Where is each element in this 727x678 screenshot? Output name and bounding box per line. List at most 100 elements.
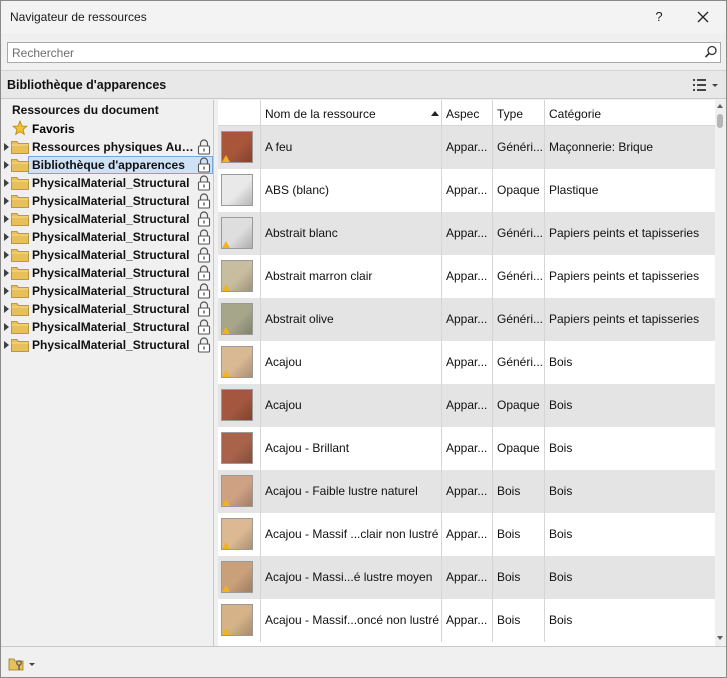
category-cell: Bois xyxy=(549,441,573,455)
expand-arrow-icon[interactable] xyxy=(4,323,9,331)
column-header-type[interactable]: Type xyxy=(493,100,545,126)
tree-item-label: Favoris xyxy=(32,122,75,136)
help-button[interactable]: ? xyxy=(645,5,673,29)
column-header-aspect[interactable]: Aspec xyxy=(442,100,493,126)
tree-item[interactable]: PhysicalMaterial_Structural xyxy=(1,228,213,246)
tree-item[interactable]: PhysicalMaterial_Structural xyxy=(1,336,213,354)
search-icon[interactable] xyxy=(704,45,718,59)
tree-item[interactable]: PhysicalMaterial_Structural xyxy=(1,210,213,228)
table-row[interactable]: Acajou - Massif...oncé non lustré Appar..… xyxy=(218,599,715,642)
column-header-category[interactable]: Catégorie xyxy=(545,100,715,126)
list-view-icon[interactable] xyxy=(691,76,721,94)
tree-item[interactable]: PhysicalMaterial_Structural xyxy=(1,264,213,282)
expand-arrow-icon[interactable] xyxy=(4,287,9,295)
table-row[interactable]: Abstrait blanc Appar... Généri... Papiers p… xyxy=(218,212,715,255)
category-cell: Bois xyxy=(549,527,573,541)
tree-item-label: PhysicalMaterial_Structural xyxy=(32,338,190,352)
aspect-cell: Appar... xyxy=(442,169,493,212)
folder-icon xyxy=(11,321,29,334)
type-cell: Bois xyxy=(493,556,545,599)
tree-item[interactable]: PhysicalMaterial_Structural xyxy=(1,300,213,318)
tree-item[interactable]: Bibliothèque d'apparences xyxy=(1,156,213,174)
thumbnail-cell xyxy=(218,212,261,255)
expand-arrow-icon[interactable] xyxy=(4,197,9,205)
type-cell: Généri... xyxy=(493,126,545,169)
table-row[interactable]: Acajou - Massi...é lustre moyen Appar... B… xyxy=(218,556,715,599)
expand-arrow-icon[interactable] xyxy=(4,251,9,259)
tree-item[interactable]: PhysicalMaterial_Structural xyxy=(1,282,213,300)
expand-arrow-icon[interactable] xyxy=(4,341,9,349)
tree-item-label: PhysicalMaterial_Structural xyxy=(32,194,190,208)
scrollbar-thumb[interactable] xyxy=(717,114,723,128)
library-tool-icon[interactable] xyxy=(8,655,38,673)
category-cell: Bois xyxy=(549,570,573,584)
thumbnail-cell xyxy=(218,341,261,384)
folder-icon xyxy=(11,285,29,298)
table-row[interactable]: Acajou - Faible lustre naturel Appar... Bo… xyxy=(218,470,715,513)
lock-icon xyxy=(197,211,211,227)
type-cell: Généri... xyxy=(493,212,545,255)
name-cell: A feu xyxy=(261,126,442,169)
name-cell: Abstrait blanc xyxy=(261,212,442,255)
table-row[interactable]: Acajou - Massif ...clair non lustré Appar… xyxy=(218,513,715,556)
table-row[interactable]: A feu Appar... Généri... Maçonnerie: Brique xyxy=(218,126,715,169)
material-thumbnail xyxy=(221,389,253,421)
material-thumbnail xyxy=(221,174,253,206)
table-row[interactable]: Acajou Appar... Opaque Bois xyxy=(218,384,715,427)
table-row[interactable]: Abstrait marron clair Appar... Généri... Pa… xyxy=(218,255,715,298)
table-row[interactable]: Acajou - Brillant Appar... Opaque Bois xyxy=(218,427,715,470)
star-icon xyxy=(12,120,28,136)
name-cell: Acajou - Faible lustre naturel xyxy=(261,470,442,513)
table-row[interactable]: Acajou Appar... Généri... Bois xyxy=(218,341,715,384)
tree-item-label: PhysicalMaterial_Structural xyxy=(32,302,190,316)
material-thumbnail xyxy=(221,131,253,163)
name-cell: Acajou - Massif...oncé non lustré xyxy=(261,599,442,642)
scroll-down-icon[interactable] xyxy=(717,636,723,640)
warning-icon xyxy=(222,628,230,635)
material-thumbnail xyxy=(221,604,253,636)
vertical-scrollbar[interactable] xyxy=(715,100,726,646)
table-row[interactable]: ABS (blanc) Appar... Opaque Plastique xyxy=(218,169,715,212)
material-thumbnail xyxy=(221,432,253,464)
tree-item-favorites[interactable]: Favoris xyxy=(12,120,212,138)
thumbnail-cell xyxy=(218,126,261,169)
search-input[interactable] xyxy=(8,43,698,62)
type-cell: Généri... xyxy=(493,341,545,384)
material-thumbnail xyxy=(221,303,253,335)
tree-item[interactable]: PhysicalMaterial_Structural xyxy=(1,192,213,210)
expand-arrow-icon[interactable] xyxy=(4,269,9,277)
tree-item[interactable]: PhysicalMaterial_Structural xyxy=(1,246,213,264)
lock-icon xyxy=(197,175,211,191)
thumbnail-cell xyxy=(218,513,261,556)
lock-icon xyxy=(197,301,211,317)
expand-arrow-icon[interactable] xyxy=(4,233,9,241)
expand-arrow-icon[interactable] xyxy=(4,143,9,151)
tree-item[interactable]: Ressources physiques Autodesk xyxy=(1,138,213,156)
thumbnail-cell xyxy=(218,556,261,599)
close-button[interactable] xyxy=(689,5,717,29)
aspect-cell: Appar... xyxy=(442,556,493,599)
type-cell: Opaque xyxy=(493,169,545,212)
tree-item[interactable]: PhysicalMaterial_Structural xyxy=(1,318,213,336)
expand-arrow-icon[interactable] xyxy=(4,305,9,313)
lock-icon xyxy=(197,139,211,155)
category-cell: Bois xyxy=(549,484,573,498)
warning-icon xyxy=(222,241,230,248)
thumbnail-cell xyxy=(218,599,261,642)
tree-item[interactable]: PhysicalMaterial_Structural xyxy=(1,174,213,192)
type-cell: Généri... xyxy=(493,298,545,341)
expand-arrow-icon[interactable] xyxy=(4,161,9,169)
lock-icon xyxy=(197,157,211,173)
category-cell: Bois xyxy=(549,398,573,412)
thumbnail-cell xyxy=(218,427,261,470)
warning-icon xyxy=(222,585,230,592)
folder-icon xyxy=(11,213,29,226)
lock-icon xyxy=(197,283,211,299)
warning-icon xyxy=(222,542,230,549)
expand-arrow-icon[interactable] xyxy=(4,179,9,187)
table-row[interactable]: Abstrait olive Appar... Généri... Papiers p… xyxy=(218,298,715,341)
folder-icon xyxy=(11,303,29,316)
expand-arrow-icon[interactable] xyxy=(4,215,9,223)
scroll-up-icon[interactable] xyxy=(717,104,723,108)
column-header-name[interactable]: Nom de la ressource xyxy=(261,100,442,126)
